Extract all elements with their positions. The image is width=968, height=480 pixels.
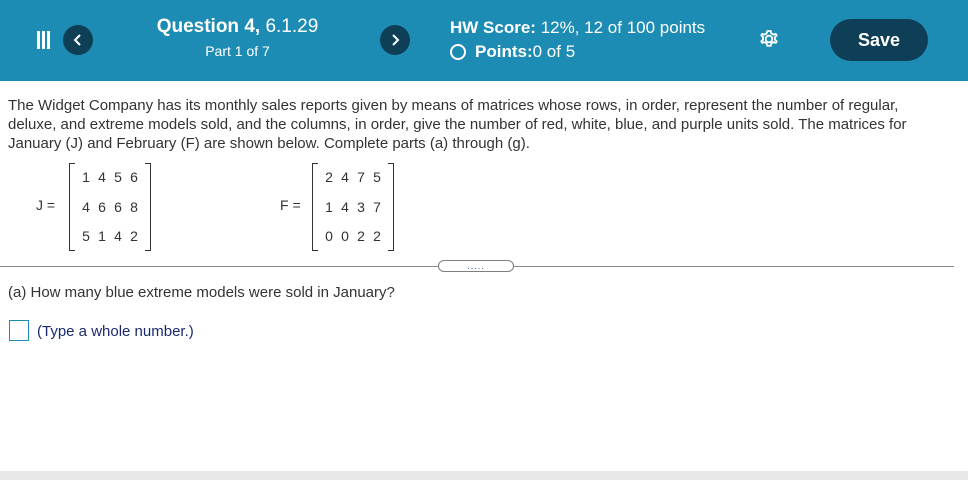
score-panel: HW Score: 12%, 12 of 100 points Points: … (450, 17, 705, 63)
hw-score-value: 12%, 12 of 100 points (535, 18, 706, 37)
matrix-cell: 0 (341, 228, 349, 244)
matrix-cell: 4 (341, 199, 349, 215)
points-label: Points: (475, 42, 533, 61)
matrix-f-label: F = (280, 197, 301, 213)
matrix-cell: 1 (325, 199, 333, 215)
points-value: 0 of 5 (532, 42, 576, 61)
matrix-j: 145646685142 (69, 163, 151, 251)
part-indicator: Part 1 of 7 (205, 43, 270, 59)
matrix-cell: 6 (98, 199, 106, 215)
expand-more-button[interactable]: ..... (438, 260, 514, 272)
matrix-cell: 5 (82, 228, 90, 244)
matrix-cell: 2 (373, 228, 381, 244)
matrix-cell: 7 (373, 199, 381, 215)
matrix-cell: 4 (114, 228, 122, 244)
matrix-cell: 4 (82, 199, 90, 215)
points-status-icon (450, 44, 466, 60)
question-title: Question 4, 6.1.29 Part 1 of 7 (140, 15, 335, 61)
matrix-cell: 6 (130, 169, 138, 185)
save-button[interactable]: Save (830, 19, 928, 61)
matrix-cell: 1 (82, 169, 90, 185)
footer-strip (0, 471, 968, 480)
answer-input[interactable] (9, 320, 29, 341)
part-a-question: (a) How many blue extreme models were so… (8, 284, 395, 301)
matrix-cell: 2 (357, 228, 365, 244)
matrix-cell: 2 (325, 169, 333, 185)
matrix-cell: 5 (114, 169, 122, 185)
matrix-cell: 1 (98, 228, 106, 244)
chevron-left-icon (73, 34, 81, 46)
matrix-cell: 4 (98, 169, 106, 185)
matrix-cell: 8 (130, 199, 138, 215)
matrix-cell: 7 (357, 169, 365, 185)
hw-score-label: HW Score: (450, 18, 536, 37)
answer-hint: (Type a whole number.) (37, 323, 194, 340)
problem-statement: The Widget Company has its monthly sales… (8, 97, 907, 152)
matrix-cell: 0 (325, 228, 333, 244)
gear-icon[interactable] (757, 27, 781, 51)
top-bar: Question 4, 6.1.29 Part 1 of 7 HW Score:… (0, 0, 968, 81)
menu-icon[interactable] (37, 31, 51, 49)
chevron-right-icon (392, 34, 400, 46)
next-question-button[interactable] (380, 25, 410, 55)
matrix-cell: 2 (130, 228, 138, 244)
matrix-cell: 5 (373, 169, 381, 185)
matrix-cell: 3 (357, 199, 365, 215)
previous-question-button[interactable] (63, 25, 93, 55)
question-id: 6.1.29 (260, 16, 319, 37)
expand-dots: ..... (467, 261, 485, 271)
matrix-cell: 4 (341, 169, 349, 185)
matrix-j-label: J = (36, 197, 56, 213)
question-number: Question 4, (156, 16, 261, 37)
matrix-f: 247514370022 (312, 163, 394, 251)
matrix-cell: 6 (114, 199, 122, 215)
